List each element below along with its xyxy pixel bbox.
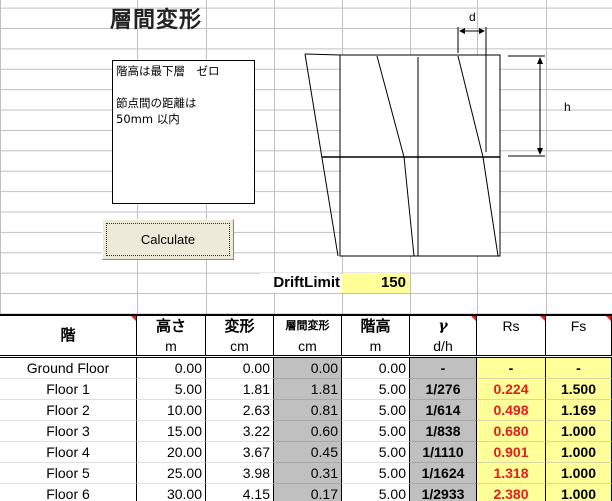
spreadsheet: 層間変形 階高は最下層 ゼロ 節点間の距離は 50mm 以内 Calculate…	[0, 0, 612, 501]
h-label: h	[564, 100, 571, 114]
cell-height[interactable]: 15.00	[137, 421, 206, 442]
cell-rs[interactable]: 0.498	[477, 400, 546, 421]
cell-story-drift[interactable]: 0.45	[274, 442, 342, 463]
cell-story-height[interactable]: 5.00	[342, 442, 410, 463]
cell-story-height[interactable]: 5.00	[342, 379, 410, 400]
cell-floor[interactable]: Floor 2	[0, 400, 137, 421]
cell-story-height[interactable]: 0.00	[342, 358, 410, 379]
cell-fs[interactable]: 1.000	[546, 442, 612, 463]
header-label: Fs	[570, 318, 587, 334]
cell-floor[interactable]: Floor 6	[0, 484, 137, 501]
cell-rs[interactable]: 2.380	[477, 484, 546, 501]
cell-drift-ratio[interactable]: 1/614	[410, 400, 477, 421]
cell-story-height[interactable]: 5.00	[342, 400, 410, 421]
unit-height: m	[137, 336, 206, 356]
comment-indicator-icon	[606, 316, 611, 321]
cell-story-height[interactable]: 5.00	[342, 463, 410, 484]
header-label: 高さ	[155, 317, 186, 335]
drift-limit-label: DriftLimit	[260, 273, 340, 293]
cell-story-height[interactable]: 5.00	[342, 484, 410, 501]
cell-rs[interactable]: 0.224	[477, 379, 546, 400]
d-label: d	[469, 10, 476, 24]
cell-story-drift[interactable]: 0.00	[274, 358, 342, 379]
cell-displacement[interactable]: 1.81	[206, 379, 274, 400]
cell-displacement[interactable]: 3.67	[206, 442, 274, 463]
cell-floor[interactable]: Ground Floor	[0, 358, 137, 379]
drift-diagram: d h	[304, 10, 571, 257]
unit-story-drift: cm	[274, 336, 342, 356]
unit-displacement: cm	[206, 336, 274, 356]
cell-floor[interactable]: Floor 3	[0, 421, 137, 442]
cell-story-height[interactable]: 5.00	[342, 421, 410, 442]
comment-indicator-icon	[131, 316, 136, 321]
cell-height[interactable]: 30.00	[137, 484, 206, 501]
cell-floor[interactable]: Floor 1	[0, 379, 137, 400]
cell-story-drift[interactable]: 0.81	[274, 400, 342, 421]
cell-rs[interactable]: -	[477, 358, 546, 379]
cell-displacement[interactable]: 0.00	[206, 358, 274, 379]
header-displacement[interactable]: 変形	[206, 316, 274, 336]
header-floor[interactable]: 階	[0, 316, 137, 356]
cell-height[interactable]: 10.00	[137, 400, 206, 421]
cell-story-drift[interactable]: 0.60	[274, 421, 342, 442]
cell-drift-ratio[interactable]: 1/1624	[410, 463, 477, 484]
unit-drift-ratio: d/h	[410, 336, 477, 356]
frame-rect	[339, 54, 501, 257]
cell-story-drift[interactable]: 1.81	[274, 379, 342, 400]
header-height[interactable]: 高さ	[137, 316, 206, 336]
cell-story-drift[interactable]: 0.17	[274, 484, 342, 501]
cell-drift-ratio[interactable]: 1/2933	[410, 484, 477, 501]
cell-floor[interactable]: Floor 5	[0, 463, 137, 484]
cell-story-drift[interactable]: 0.31	[274, 463, 342, 484]
deformed-beam	[304, 53, 341, 56]
comment-indicator-icon	[471, 316, 476, 321]
cell-fs[interactable]: 1.500	[546, 379, 612, 400]
unit-fs	[546, 336, 612, 356]
unit-story-height: m	[342, 336, 410, 356]
cell-fs[interactable]: 1.000	[546, 421, 612, 442]
header-label: 層間変形	[285, 319, 330, 332]
cell-rs[interactable]: 0.680	[477, 421, 546, 442]
cell-fs[interactable]: 1.000	[546, 463, 612, 484]
header-label: 階	[60, 326, 76, 344]
header-drift-ratio[interactable]: γ	[410, 316, 477, 336]
cell-height[interactable]: 20.00	[137, 442, 206, 463]
cell-height[interactable]: 5.00	[137, 379, 206, 400]
cell-fs[interactable]: 1.169	[546, 400, 612, 421]
drift-table: 階高さ m 変形 cm 層間変形 cm 階高 m γ d/h Rs Fs Ground Floor 0.0…	[0, 314, 612, 501]
deformed-column	[304, 53, 339, 257]
cell-displacement[interactable]: 2.63	[206, 400, 274, 421]
header-rs[interactable]: Rs	[477, 316, 546, 336]
comment-indicator-icon	[540, 316, 545, 321]
cell-drift-ratio[interactable]: 1/276	[410, 379, 477, 400]
header-label: 階高	[360, 317, 391, 335]
header-label: 変形	[224, 317, 255, 335]
cell-fs[interactable]: 1.000	[546, 484, 612, 501]
cell-drift-ratio[interactable]: 1/1110	[410, 442, 477, 463]
cell-displacement[interactable]: 3.22	[206, 421, 274, 442]
header-label: γ	[438, 318, 448, 334]
cell-fs[interactable]: -	[546, 358, 612, 379]
header-fs[interactable]: Fs	[546, 316, 612, 336]
cell-height[interactable]: 0.00	[137, 358, 206, 379]
header-story-drift[interactable]: 層間変形	[274, 316, 342, 336]
cell-displacement[interactable]: 3.98	[206, 463, 274, 484]
cell-displacement[interactable]: 4.15	[206, 484, 274, 501]
cell-floor[interactable]: Floor 4	[0, 442, 137, 463]
drift-limit-cell[interactable]: 150	[342, 273, 410, 293]
cell-rs[interactable]: 0.901	[477, 442, 546, 463]
unit-rs	[477, 336, 546, 356]
cell-rs[interactable]: 1.318	[477, 463, 546, 484]
cell-drift-ratio[interactable]: -	[410, 358, 477, 379]
header-label: Rs	[502, 318, 520, 334]
cell-height[interactable]: 25.00	[137, 463, 206, 484]
cell-drift-ratio[interactable]: 1/838	[410, 421, 477, 442]
header-story-height[interactable]: 階高	[342, 316, 410, 336]
